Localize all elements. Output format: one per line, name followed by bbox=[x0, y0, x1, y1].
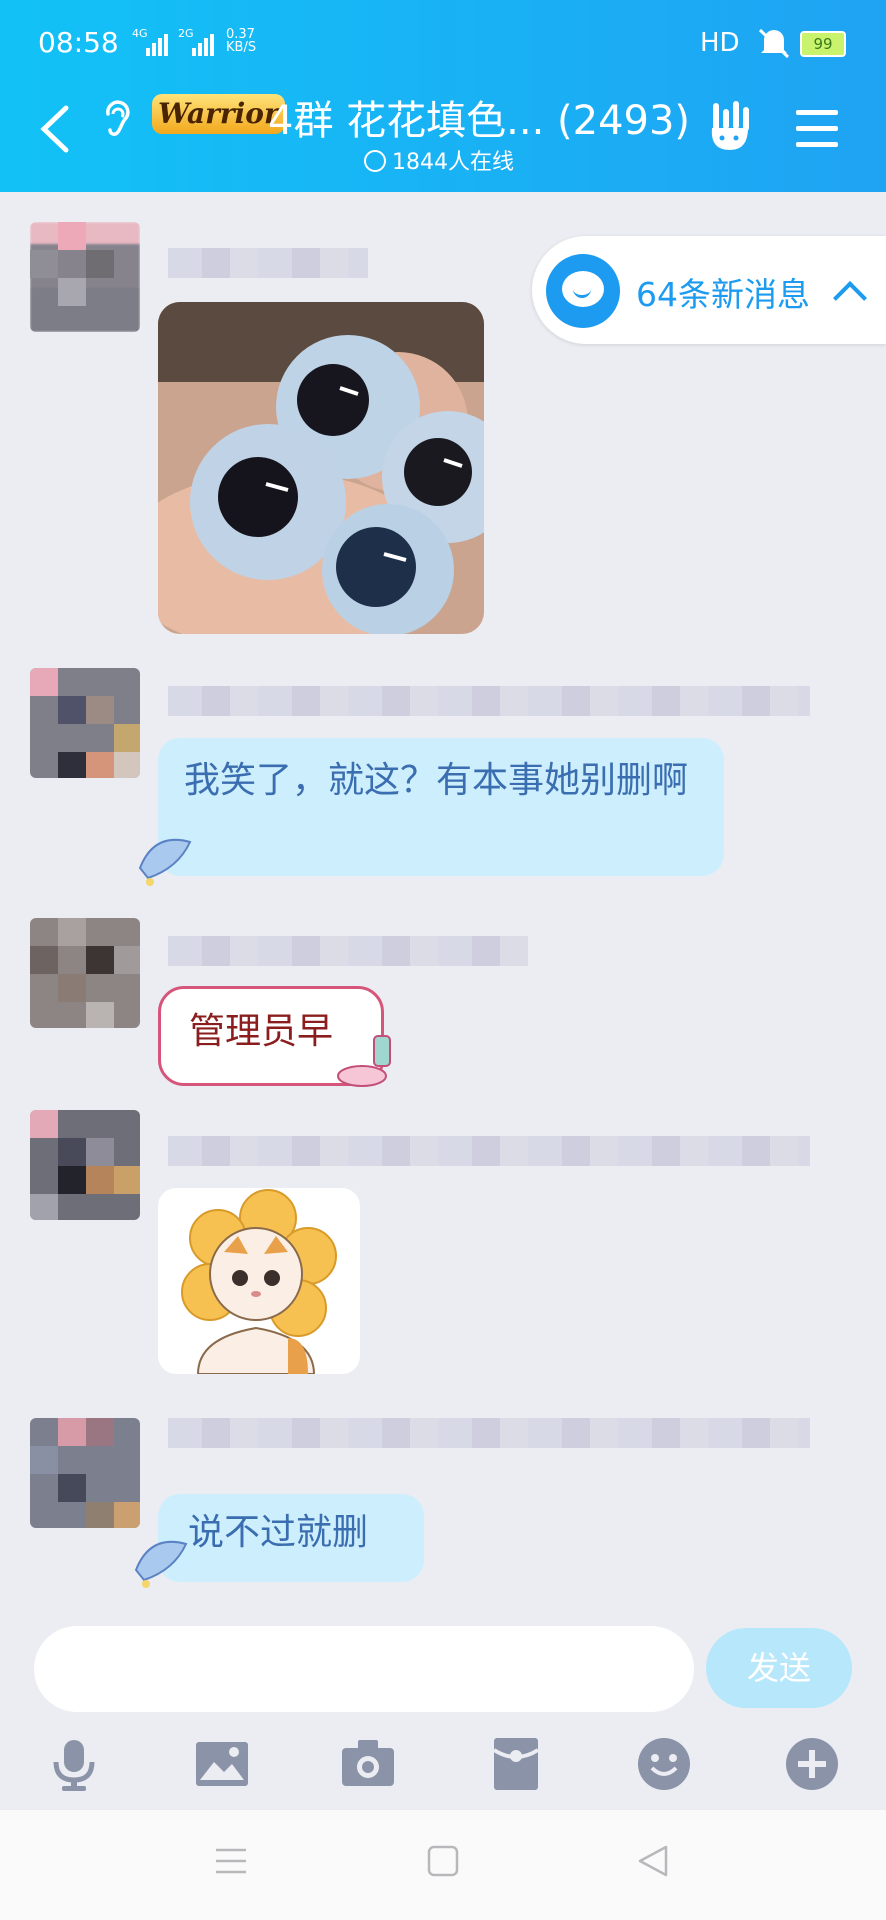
feather-decoration-icon bbox=[138, 838, 192, 886]
composer: 发送 bbox=[0, 1600, 886, 1810]
camera-icon[interactable] bbox=[340, 1736, 396, 1792]
new-messages-button[interactable]: 64条新消息 bbox=[532, 236, 886, 344]
plus-icon[interactable] bbox=[784, 1736, 840, 1792]
message-bubble[interactable]: 我笑了，就这？有本事她别删啊 bbox=[158, 738, 724, 876]
image-icon[interactable] bbox=[194, 1736, 250, 1792]
chevron-up-icon bbox=[833, 281, 867, 315]
feather-decoration-icon bbox=[134, 1540, 188, 1588]
battery-indicator: 99 bbox=[800, 31, 846, 57]
message-text: 管理员早 bbox=[189, 1011, 334, 1052]
sender-name bbox=[168, 936, 528, 966]
sender-name bbox=[168, 1418, 810, 1448]
bath-decoration-icon bbox=[337, 1035, 391, 1087]
avatar[interactable] bbox=[30, 668, 140, 778]
chat-header: 08:58 4G 2G 0.37 KB/S HD 99 Warrior 4群 花… bbox=[0, 0, 886, 192]
status-bar: 08:58 4G 2G 0.37 KB/S HD 99 bbox=[0, 0, 886, 86]
group-app-hand-icon[interactable] bbox=[704, 98, 754, 154]
online-count: 1844人在线 bbox=[364, 144, 514, 176]
nav-menu-icon[interactable] bbox=[214, 1844, 248, 1878]
online-check-icon bbox=[364, 150, 386, 172]
send-button[interactable]: 发送 bbox=[706, 1628, 852, 1708]
new-messages-label: 64条新消息 bbox=[636, 275, 810, 314]
network-speed: 0.37 KB/S bbox=[226, 28, 256, 54]
avatar[interactable] bbox=[30, 1418, 140, 1528]
avatar[interactable] bbox=[30, 918, 140, 1028]
message-text: 说不过就删 bbox=[188, 1512, 369, 1553]
sender-name bbox=[168, 1136, 810, 1166]
back-button[interactable] bbox=[38, 104, 72, 154]
online-count-text: 1844人在线 bbox=[392, 150, 514, 175]
emoji-icon[interactable] bbox=[636, 1736, 692, 1792]
microphone-icon[interactable] bbox=[46, 1736, 102, 1792]
warrior-badge: Warrior bbox=[152, 94, 285, 134]
status-time: 08:58 bbox=[38, 26, 119, 59]
chat-bubble-icon bbox=[546, 254, 620, 328]
nav-back-icon[interactable] bbox=[636, 1844, 670, 1878]
avatar[interactable] bbox=[30, 1110, 140, 1220]
image-message[interactable] bbox=[158, 302, 484, 634]
group-title[interactable]: 4群 花花填色... (2493) bbox=[268, 88, 690, 146]
red-packet-icon[interactable] bbox=[488, 1736, 544, 1792]
hd-indicator: HD bbox=[700, 28, 740, 58]
ear-mode-icon[interactable] bbox=[100, 98, 134, 138]
system-navigation-bar bbox=[0, 1810, 886, 1920]
flower-cat-sticker bbox=[181, 1189, 337, 1374]
sender-name bbox=[168, 686, 810, 716]
avatar[interactable] bbox=[30, 222, 140, 332]
sender-name bbox=[168, 248, 368, 278]
menu-icon[interactable] bbox=[796, 110, 838, 158]
sticker-message[interactable] bbox=[158, 1188, 360, 1374]
signal-icon-1: 4G bbox=[132, 28, 172, 56]
message-text: 我笑了，就这？有本事她别删啊 bbox=[184, 760, 689, 801]
eyeballs-image bbox=[158, 302, 484, 634]
speed-unit: KB/S bbox=[226, 40, 257, 55]
message-bubble[interactable]: 说不过就删 bbox=[158, 1494, 424, 1582]
nav-home-icon[interactable] bbox=[426, 1844, 460, 1878]
signal-icon-2: 2G bbox=[178, 28, 218, 56]
message-input[interactable] bbox=[34, 1626, 694, 1712]
mute-icon bbox=[758, 28, 790, 58]
